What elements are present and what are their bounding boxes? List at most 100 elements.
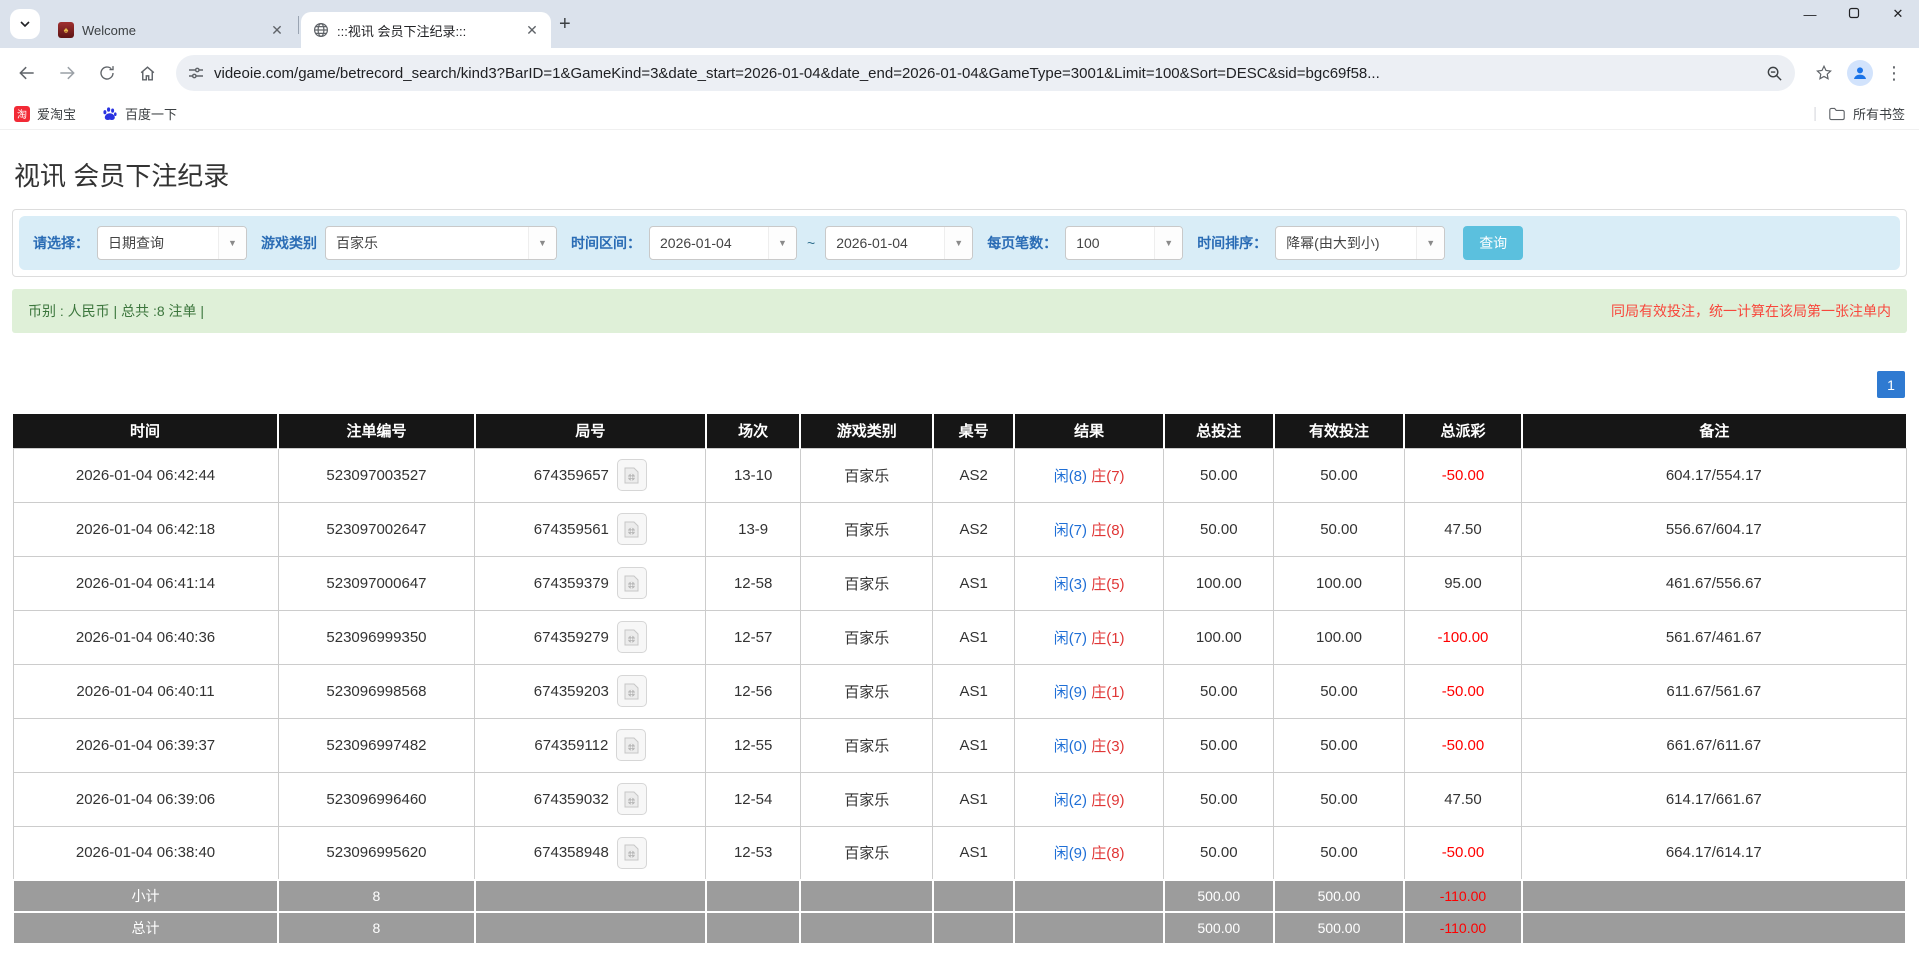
bookmark-aitaobao[interactable]: 淘 爱淘宝 xyxy=(14,104,76,123)
bookmark-baidu[interactable]: 百度一下 xyxy=(102,104,177,123)
close-tab-icon[interactable]: ✕ xyxy=(523,21,541,39)
date-start-value: 2026-01-04 xyxy=(650,235,768,251)
game-kind-cell: 百家乐 xyxy=(800,610,933,664)
url-text[interactable]: videoie.com/game/betrecord_search/kind3?… xyxy=(214,65,1756,82)
valid-bet-cell: 50.00 xyxy=(1274,718,1405,772)
sort-label: 时间排序： xyxy=(1197,233,1267,253)
video-replay-button[interactable] xyxy=(617,837,647,869)
game-kind-dropdown[interactable]: 百家乐 ▼ xyxy=(325,226,557,260)
time-cell: 2026-01-04 06:40:36 xyxy=(13,610,278,664)
bet-no-cell: 523096999350 xyxy=(278,610,475,664)
home-button[interactable] xyxy=(130,56,164,90)
welcome-favicon: ♠ xyxy=(58,22,74,38)
globe-icon xyxy=(313,22,329,38)
game-kind-cell: 百家乐 xyxy=(800,448,933,502)
banker-result: 庄(9) xyxy=(1091,792,1124,809)
video-replay-button[interactable] xyxy=(617,513,647,545)
back-button[interactable] xyxy=(10,56,44,90)
total-bet-cell[interactable]: 100.00 xyxy=(1164,556,1274,610)
result-cell: 闲(3) 庄(5) xyxy=(1014,556,1164,610)
session-cell: 12-55 xyxy=(706,718,801,772)
valid-bet-cell: 100.00 xyxy=(1274,610,1405,664)
round-no-text: 674359112 xyxy=(534,737,608,754)
browser-menu-button[interactable]: ⋮ xyxy=(1879,63,1909,84)
tab-bet-record[interactable]: :::视讯 会员下注纪录::: ✕ xyxy=(301,12,551,48)
select-type-label: 请选择： xyxy=(33,233,89,253)
chevron-down-icon[interactable]: ▼ xyxy=(528,227,556,259)
bookmark-star-button[interactable] xyxy=(1807,56,1841,90)
reload-button[interactable] xyxy=(90,56,124,90)
session-cell: 13-9 xyxy=(706,502,801,556)
zoom-out-icon[interactable] xyxy=(1766,65,1783,82)
total-bet-cell[interactable]: 100.00 xyxy=(1164,610,1274,664)
round-no-cell: 674359112 xyxy=(475,718,706,772)
maximize-button[interactable] xyxy=(1839,7,1869,22)
chevron-down-icon[interactable]: ▼ xyxy=(944,227,972,259)
address-bar[interactable]: videoie.com/game/betrecord_search/kind3?… xyxy=(176,55,1795,91)
table-row: 2026-01-04 06:41:14523097000647674359379… xyxy=(13,556,1906,610)
profile-button[interactable] xyxy=(1847,60,1873,86)
filter-well: 请选择： 日期查询 ▼ 游戏类别 百家乐 ▼ 时间区间： 2026-01-04 … xyxy=(19,216,1900,270)
query-type-value: 日期查询 xyxy=(98,233,218,253)
close-window-button[interactable]: ✕ xyxy=(1883,6,1913,22)
site-settings-icon[interactable] xyxy=(188,65,204,81)
header-note: 备注 xyxy=(1522,414,1906,448)
video-replay-button[interactable] xyxy=(617,567,647,599)
sort-dropdown[interactable]: 降幂(由大到小) ▼ xyxy=(1275,226,1445,260)
video-file-icon xyxy=(624,683,639,700)
minimize-button[interactable]: — xyxy=(1795,7,1825,22)
video-replay-button[interactable] xyxy=(617,675,647,707)
video-replay-button[interactable] xyxy=(617,783,647,815)
page-1-button[interactable]: 1 xyxy=(1877,371,1905,398)
round-no-cell: 674359279 xyxy=(475,610,706,664)
valid-bet-cell: 50.00 xyxy=(1274,826,1405,880)
footer-payout-cell: -110.00 xyxy=(1404,912,1521,944)
total-bet-cell[interactable]: 50.00 xyxy=(1164,502,1274,556)
time-cell: 2026-01-04 06:42:18 xyxy=(13,502,278,556)
date-separator: ~ xyxy=(807,235,815,251)
chevron-down-icon[interactable]: ▼ xyxy=(218,227,246,259)
payout-cell: 95.00 xyxy=(1404,556,1521,610)
footer-count-cell: 8 xyxy=(278,912,475,944)
total-bet-cell[interactable]: 50.00 xyxy=(1164,448,1274,502)
close-tab-icon[interactable]: ✕ xyxy=(268,21,286,39)
chevron-down-icon[interactable]: ▼ xyxy=(1154,227,1182,259)
player-result: 闲(9) xyxy=(1054,845,1087,862)
game-kind-cell: 百家乐 xyxy=(800,826,933,880)
tab-welcome[interactable]: ♠ Welcome ✕ xyxy=(46,12,296,48)
table-row: 2026-01-04 06:42:18523097002647674359561… xyxy=(13,502,1906,556)
total-bet-cell[interactable]: 50.00 xyxy=(1164,772,1274,826)
home-icon xyxy=(138,64,157,83)
valid-bet-cell: 50.00 xyxy=(1274,664,1405,718)
table-no-cell: AS2 xyxy=(933,502,1014,556)
round-no-cell: 674358948 xyxy=(475,826,706,880)
search-button[interactable]: 查询 xyxy=(1463,226,1523,260)
date-start-dropdown[interactable]: 2026-01-04 ▼ xyxy=(649,226,797,260)
footer-total-bet-cell: 500.00 xyxy=(1164,880,1274,912)
table-no-cell: AS1 xyxy=(933,556,1014,610)
video-replay-button[interactable] xyxy=(616,729,646,761)
back-icon xyxy=(17,63,37,83)
video-replay-button[interactable] xyxy=(617,621,647,653)
chevron-down-icon[interactable]: ▼ xyxy=(768,227,796,259)
total-bet-cell[interactable]: 50.00 xyxy=(1164,718,1274,772)
round-no-text: 674359379 xyxy=(534,575,609,592)
footer-count-cell: 8 xyxy=(278,880,475,912)
tab-search-button[interactable] xyxy=(10,9,40,39)
payout-cell: -50.00 xyxy=(1404,718,1521,772)
query-type-dropdown[interactable]: 日期查询 ▼ xyxy=(97,226,247,260)
video-replay-button[interactable] xyxy=(617,459,647,491)
new-tab-button[interactable]: + xyxy=(559,14,571,34)
browser-toolbar: videoie.com/game/betrecord_search/kind3?… xyxy=(0,48,1919,98)
date-end-dropdown[interactable]: 2026-01-04 ▼ xyxy=(825,226,973,260)
per-page-dropdown[interactable]: 100 ▼ xyxy=(1065,226,1183,260)
chevron-down-icon[interactable]: ▼ xyxy=(1416,227,1444,259)
total-bet-cell[interactable]: 50.00 xyxy=(1164,664,1274,718)
footer-valid-bet-cell: 500.00 xyxy=(1274,880,1405,912)
forward-button[interactable] xyxy=(50,56,84,90)
bookmarks-divider: | xyxy=(1813,105,1817,122)
all-bookmarks-button[interactable]: | 所有书签 xyxy=(1813,104,1905,123)
total-bet-cell[interactable]: 50.00 xyxy=(1164,826,1274,880)
session-cell: 13-10 xyxy=(706,448,801,502)
video-file-icon xyxy=(624,575,639,592)
